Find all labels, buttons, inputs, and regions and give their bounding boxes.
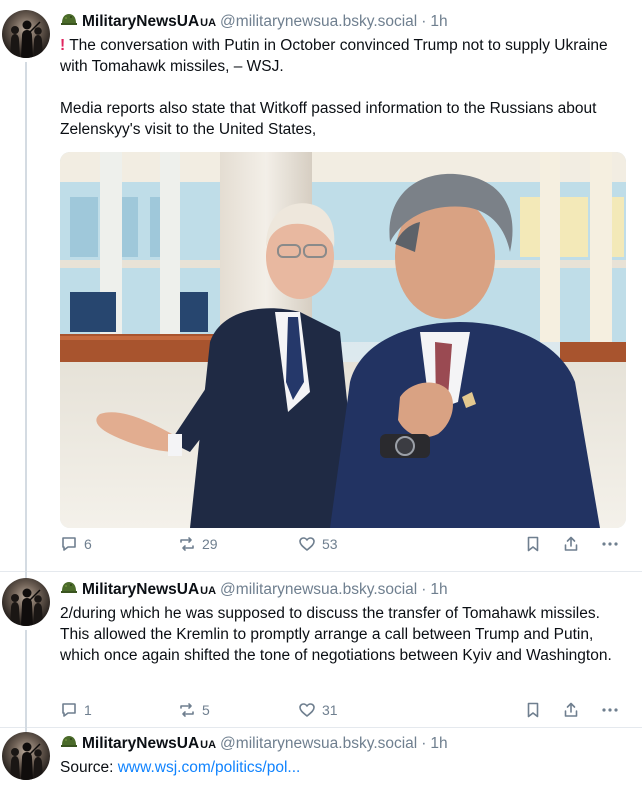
like-button[interactable]: 53 <box>298 533 338 555</box>
display-name[interactable]: MilitaryNewsUA <box>82 735 199 753</box>
reply-icon <box>62 703 76 717</box>
display-name[interactable]: MilitaryNewsUA <box>82 581 199 599</box>
soldiers-silhouette-avatar <box>2 732 50 780</box>
thread-line <box>25 630 27 734</box>
repost-button[interactable]: 29 <box>178 533 218 555</box>
source-link[interactable]: www.wsj.com/politics/pol... <box>118 759 301 776</box>
post-paragraph: The conversation with Putin in October c… <box>60 37 608 75</box>
post-actions: 6 29 53 <box>60 533 630 555</box>
reply-button[interactable]: 1 <box>60 699 92 721</box>
military-helmet-icon <box>60 580 78 596</box>
post[interactable]: MilitaryNewsUA UA @militarynewsua.bsky.s… <box>0 572 642 734</box>
post[interactable]: MilitaryNewsUA UA @militarynewsua.bsky.s… <box>0 0 642 582</box>
post-content: MilitaryNewsUA UA @militarynewsua.bsky.s… <box>60 732 630 778</box>
post-content: MilitaryNewsUA UA @militarynewsua.bsky.s… <box>60 578 630 666</box>
repost-icon <box>180 703 194 717</box>
reply-button[interactable]: 6 <box>60 533 92 555</box>
share-button[interactable] <box>562 699 580 721</box>
more-options-button[interactable] <box>600 699 620 721</box>
post-text: 2/during which he was supposed to discus… <box>60 603 630 666</box>
heart-icon <box>299 537 315 551</box>
military-helmet-icon <box>60 12 78 28</box>
avatar[interactable] <box>2 732 50 780</box>
bookmark-button[interactable] <box>524 699 542 721</box>
display-name[interactable]: MilitaryNewsUA <box>82 13 199 31</box>
alert-icon: ! <box>60 37 66 54</box>
repost-icon <box>180 537 194 551</box>
ellipsis-icon <box>602 708 618 712</box>
repost-count: 29 <box>202 536 218 552</box>
separator-dot: · <box>421 581 427 598</box>
avatar[interactable] <box>2 10 50 58</box>
share-icon <box>564 702 578 717</box>
country-badge: UA <box>200 17 217 29</box>
share-button[interactable] <box>562 533 580 555</box>
post-header: MilitaryNewsUA UA @militarynewsua.bsky.s… <box>60 10 630 32</box>
bookmark-icon <box>527 536 539 552</box>
avatar-column <box>2 10 50 582</box>
post[interactable]: MilitaryNewsUA UA @militarynewsua.bsky.s… <box>0 728 642 787</box>
handle[interactable]: @militarynewsua.bsky.social <box>220 735 417 753</box>
photo-two-men-in-palace-hall <box>60 152 626 528</box>
avatar-column <box>2 578 50 734</box>
ellipsis-icon <box>602 542 618 546</box>
timestamp[interactable]: 1h <box>430 13 447 31</box>
country-badge: UA <box>200 739 217 751</box>
separator-dot: · <box>421 735 427 752</box>
avatar[interactable] <box>2 578 50 626</box>
repost-button[interactable]: 5 <box>178 699 210 721</box>
source-prefix: Source: <box>60 759 118 776</box>
reply-count: 1 <box>84 702 92 718</box>
like-count: 53 <box>322 536 338 552</box>
post-text: Source: www.wsj.com/politics/pol... <box>60 757 630 778</box>
post-text: ! The conversation with Putin in October… <box>60 35 630 140</box>
handle[interactable]: @militarynewsua.bsky.social <box>220 13 417 31</box>
reply-count: 6 <box>84 536 92 552</box>
country-badge: UA <box>200 585 217 597</box>
post-image[interactable] <box>60 152 626 528</box>
like-count: 31 <box>322 702 338 718</box>
timestamp[interactable]: 1h <box>430 735 447 753</box>
heart-icon <box>299 703 315 717</box>
post-actions: 1 5 31 <box>60 699 630 721</box>
military-helmet-icon <box>60 734 78 750</box>
avatar-column <box>2 732 50 780</box>
soldiers-silhouette-avatar <box>2 10 50 58</box>
timestamp[interactable]: 1h <box>430 581 447 599</box>
post-header: MilitaryNewsUA UA @militarynewsua.bsky.s… <box>60 732 630 754</box>
repost-count: 5 <box>202 702 210 718</box>
thread-feed: MilitaryNewsUA UA @militarynewsua.bsky.s… <box>0 0 642 787</box>
separator-dot: · <box>421 13 427 30</box>
thread-line <box>25 62 27 582</box>
bookmark-button[interactable] <box>524 533 542 555</box>
post-content: MilitaryNewsUA UA @militarynewsua.bsky.s… <box>60 10 630 528</box>
like-button[interactable]: 31 <box>298 699 338 721</box>
handle[interactable]: @militarynewsua.bsky.social <box>220 581 417 599</box>
post-paragraph: 2/during which he was supposed to discus… <box>60 605 612 664</box>
bookmark-icon <box>527 702 539 718</box>
post-paragraph: Media reports also state that Witkoff pa… <box>60 100 597 138</box>
post-header: MilitaryNewsUA UA @militarynewsua.bsky.s… <box>60 578 630 600</box>
more-options-button[interactable] <box>600 533 620 555</box>
soldiers-silhouette-avatar <box>2 578 50 626</box>
share-icon <box>564 536 578 551</box>
reply-icon <box>62 537 76 551</box>
